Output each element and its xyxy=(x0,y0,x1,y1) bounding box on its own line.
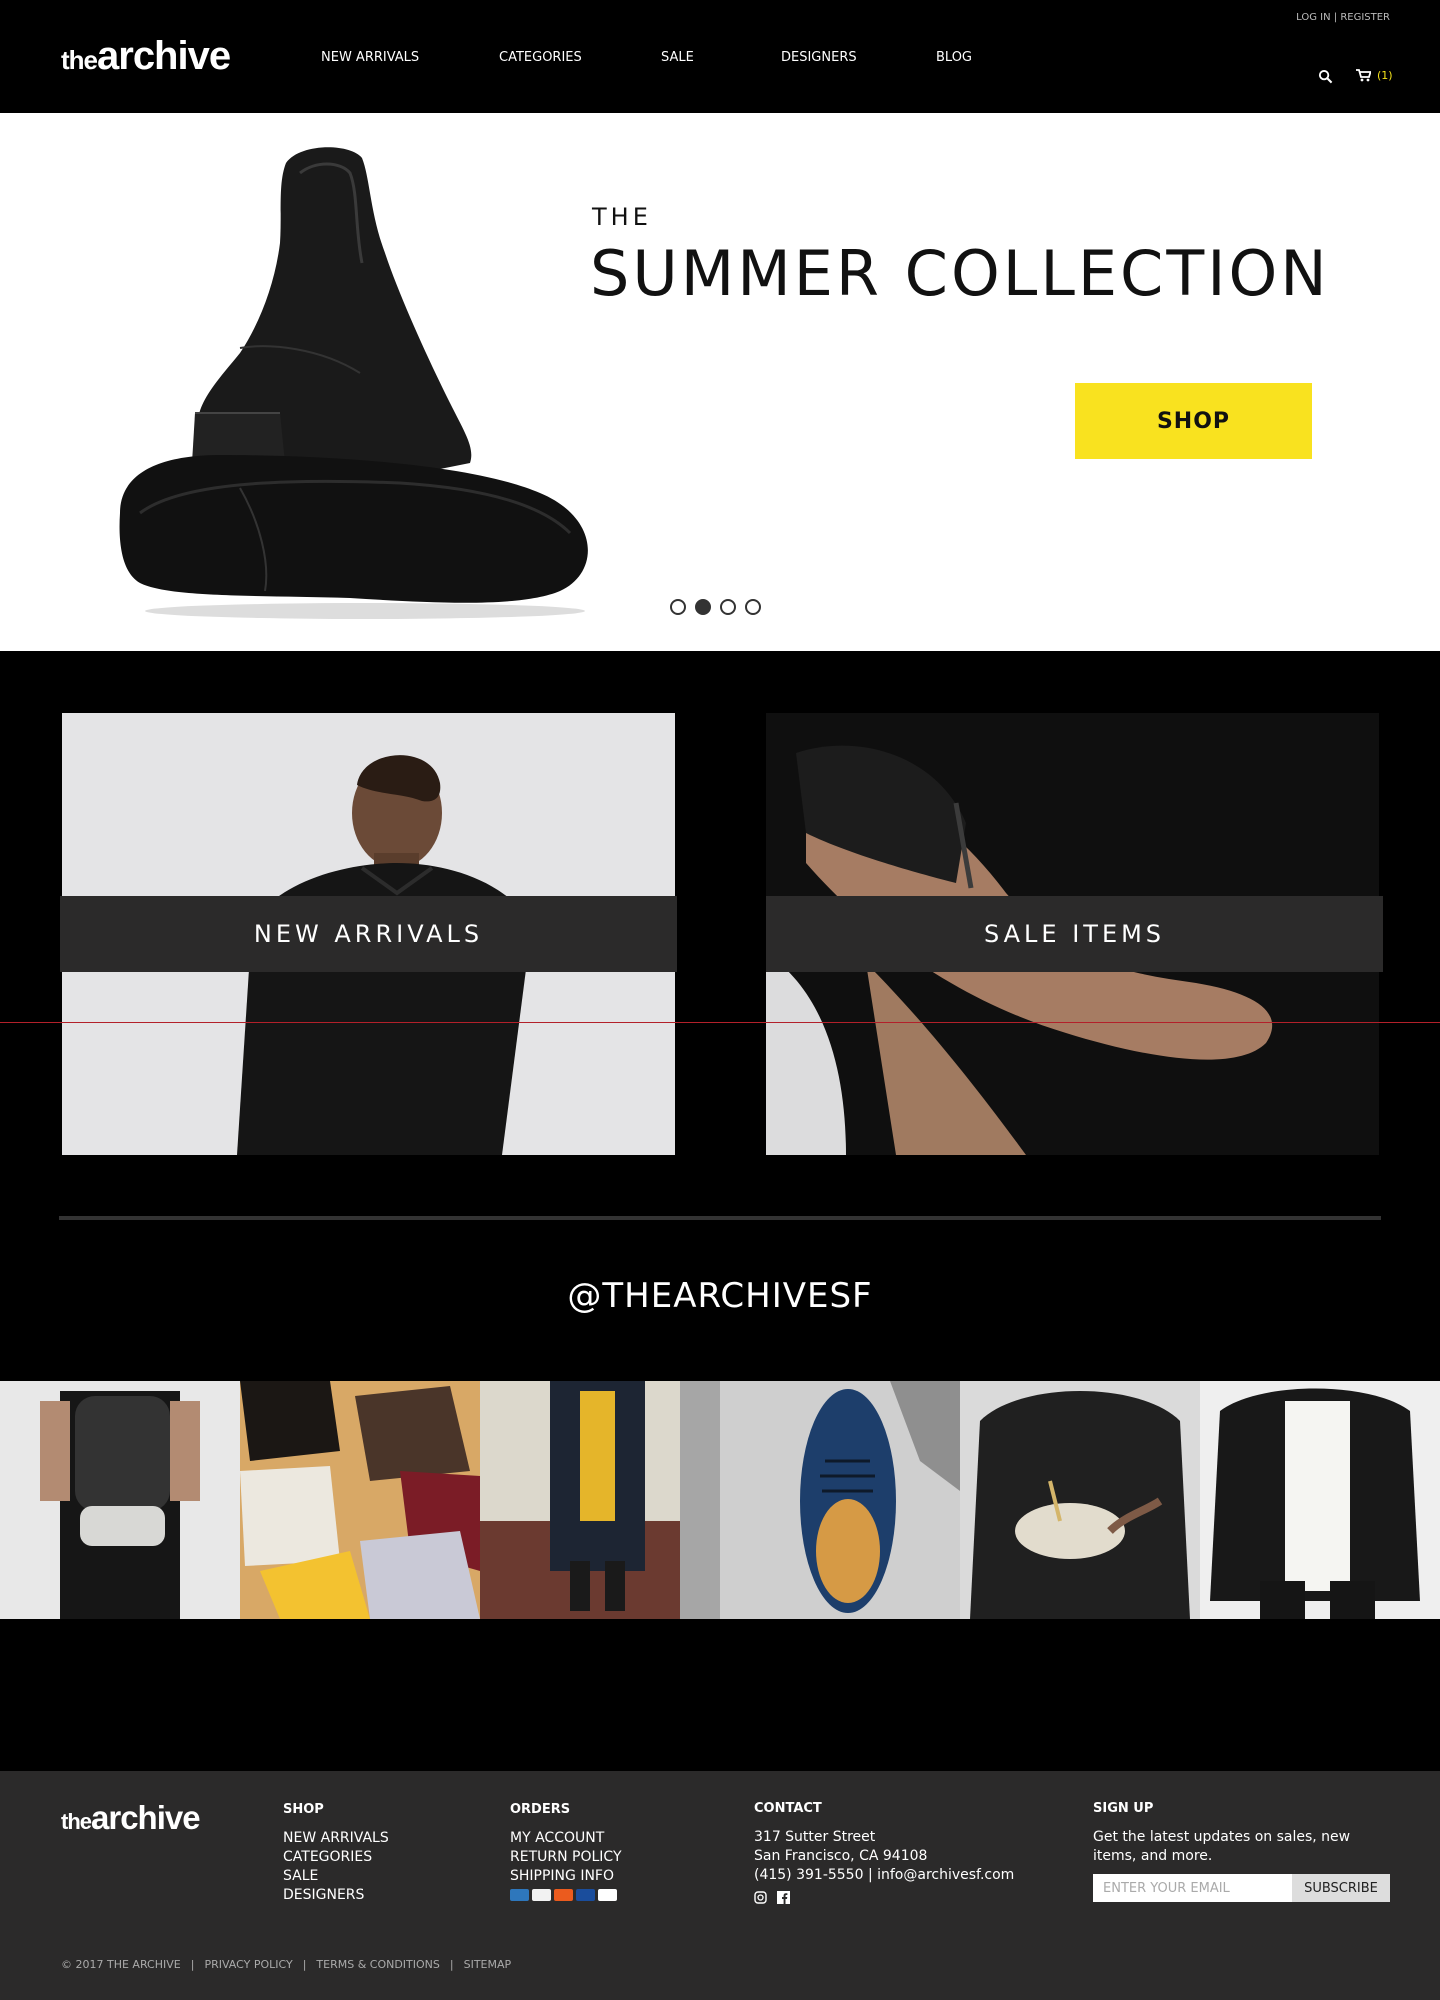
footer-logo-archive: archive xyxy=(91,1799,201,1836)
discover-icon xyxy=(532,1889,551,1901)
instagram-post[interactable] xyxy=(960,1381,1200,1619)
instagram-post[interactable] xyxy=(480,1381,720,1619)
footer-link-my-account[interactable]: MY ACCOUNT xyxy=(510,1829,622,1848)
footer-link-categories[interactable]: CATEGORIES xyxy=(283,1848,389,1867)
carousel-dot[interactable] xyxy=(670,599,686,615)
email-input[interactable] xyxy=(1093,1874,1292,1902)
hero-banner: THE SUMMER COLLECTION SHOP xyxy=(0,113,1440,651)
footer-signup-column: SIGN UP Get the latest updates on sales,… xyxy=(1093,1801,1393,1902)
nav-new-arrivals[interactable]: NEW ARRIVALS xyxy=(321,50,419,65)
new-arrivals-label[interactable]: NEW ARRIVALS xyxy=(60,896,677,972)
address-line-1: 317 Sutter Street xyxy=(754,1829,876,1845)
footer-logo[interactable]: thearchive xyxy=(61,1799,201,1836)
site-logo[interactable]: thearchive xyxy=(61,34,231,78)
footer-link-return-policy[interactable]: RETURN POLICY xyxy=(510,1848,622,1867)
guide-line xyxy=(0,1022,1440,1023)
payment-icons xyxy=(510,1889,622,1901)
footer-contact-heading: CONTACT xyxy=(754,1801,822,1816)
carousel-dots xyxy=(670,599,761,615)
site-header: thearchive NEW ARRIVALS CATEGORIES SALE … xyxy=(0,0,1440,113)
swatches-photo xyxy=(240,1381,480,1619)
instagram-post[interactable] xyxy=(0,1381,240,1619)
terms-link[interactable]: TERMS & CONDITIONS xyxy=(316,1958,439,1971)
mastercard-icon xyxy=(554,1889,573,1901)
footer-contact-column: CONTACT 317 Sutter Street San Francisco,… xyxy=(754,1801,1014,1904)
facebook-icon[interactable] xyxy=(777,1891,790,1904)
footer-signup-heading: SIGN UP xyxy=(1093,1801,1154,1816)
subscribe-button[interactable]: SUBSCRIBE xyxy=(1292,1874,1390,1902)
privacy-policy-link[interactable]: PRIVACY POLICY xyxy=(204,1958,292,1971)
phone-email[interactable]: (415) 391-5550 | info@archivesf.com xyxy=(754,1866,1014,1885)
hero-title: SUMMER COLLECTION xyxy=(590,237,1330,310)
nav-sale[interactable]: SALE xyxy=(661,50,694,65)
instagram-post[interactable] xyxy=(720,1381,960,1619)
paypal-icon xyxy=(598,1889,617,1901)
copyright: © 2017 THE ARCHIVE xyxy=(61,1958,181,1971)
sitemap-link[interactable]: SITEMAP xyxy=(464,1958,512,1971)
signup-text: Get the latest updates on sales, new ite… xyxy=(1093,1829,1351,1864)
separator: | xyxy=(190,1958,195,1971)
footer-orders-column: ORDERS MY ACCOUNT RETURN POLICY SHIPPING… xyxy=(510,1802,622,1901)
footer-shop-column: SHOP NEW ARRIVALS CATEGORIES SALE DESIGN… xyxy=(283,1802,389,1905)
nav-designers[interactable]: DESIGNERS xyxy=(781,50,857,65)
signup-form: SUBSCRIBE xyxy=(1093,1874,1393,1902)
shop-button[interactable]: SHOP xyxy=(1075,383,1312,459)
instagram-post[interactable] xyxy=(1200,1381,1440,1619)
street-outfit-photo xyxy=(480,1381,720,1619)
footer-link-new-arrivals[interactable]: NEW ARRIVALS xyxy=(283,1829,389,1848)
visa-icon xyxy=(576,1889,595,1901)
login-link[interactable]: LOG IN xyxy=(1296,12,1330,23)
boot-image xyxy=(119,147,588,619)
backpack-photo xyxy=(0,1381,240,1619)
footer-link-designers[interactable]: DESIGNERS xyxy=(283,1886,389,1905)
carousel-dot[interactable] xyxy=(720,599,736,615)
instagram-handle[interactable]: @THEARCHIVESF xyxy=(0,1276,1440,1316)
footer-link-sale[interactable]: SALE xyxy=(283,1867,389,1886)
cart-button[interactable]: (1) xyxy=(1356,69,1393,82)
social-links xyxy=(754,1891,1014,1904)
instagram-icon[interactable] xyxy=(754,1891,767,1904)
section-divider xyxy=(59,1216,1381,1220)
footer-orders-heading: ORDERS xyxy=(510,1802,571,1817)
register-link[interactable]: REGISTER xyxy=(1340,12,1390,23)
footer-bottom-bar: © 2017 THE ARCHIVE | PRIVACY POLICY | TERMS … xyxy=(61,1958,511,1971)
nav-blog[interactable]: BLOG xyxy=(936,50,972,65)
hero-kicker: THE xyxy=(592,203,652,231)
footer-logo-the: the xyxy=(61,1809,92,1834)
separator: | xyxy=(302,1958,307,1971)
sale-items-label[interactable]: SALE ITEMS xyxy=(766,896,1383,972)
separator: | xyxy=(1333,12,1338,23)
address-line-2: San Francisco, CA 94108 xyxy=(754,1848,928,1864)
carousel-dot[interactable] xyxy=(745,599,761,615)
logo-the: the xyxy=(61,45,98,75)
cart-icon xyxy=(1356,69,1371,82)
cart-count: (1) xyxy=(1377,69,1393,82)
blue-shoe-photo xyxy=(720,1381,960,1619)
logo-archive: archive xyxy=(97,34,231,78)
site-footer: thearchive SHOP NEW ARRIVALS CATEGORIES … xyxy=(0,1771,1440,2000)
footer-shop-heading: SHOP xyxy=(283,1802,324,1817)
instagram-feed xyxy=(0,1381,1440,1619)
leather-jacket-photo xyxy=(1200,1381,1440,1619)
nav-categories[interactable]: CATEGORIES xyxy=(499,50,582,65)
amex-icon xyxy=(510,1889,529,1901)
search-icon[interactable] xyxy=(1318,69,1333,84)
account-links: LOG IN | REGISTER xyxy=(1296,12,1390,23)
black-jacket-bag-photo xyxy=(960,1381,1200,1619)
instagram-post[interactable] xyxy=(240,1381,480,1619)
separator: | xyxy=(449,1958,454,1971)
carousel-dot-active[interactable] xyxy=(695,599,711,615)
footer-link-shipping-info[interactable]: SHIPPING INFO xyxy=(510,1867,622,1886)
